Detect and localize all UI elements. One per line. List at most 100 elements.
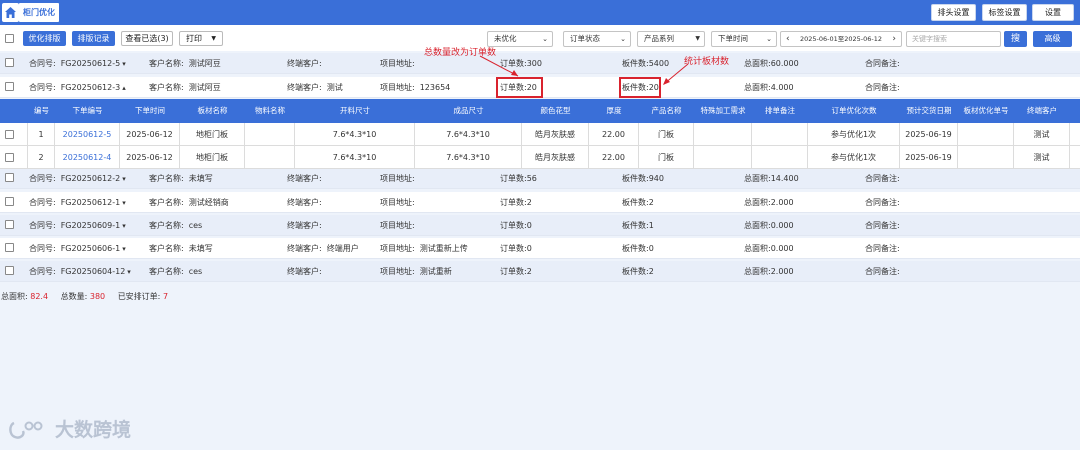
order-row[interactable]: 合同号: FG20250606-1 ▾ 客户名称: 未填写 终端客户: 终端用户 项目地址: 测… — [0, 238, 1080, 259]
header-delivery-date: 预计交货日期 — [906, 106, 952, 115]
home-icon[interactable] — [2, 3, 19, 22]
contract-field-value: FG20250612-2 — [60, 174, 121, 183]
total-area-field-label: 总面积: — [744, 174, 771, 183]
chevron-left-icon[interactable]: ‹ — [786, 32, 790, 46]
project-address-field-label: 项目地址: — [380, 83, 415, 92]
orders-count-field-value: 0 — [526, 244, 532, 253]
project-address-field-label: 项目地址: — [380, 244, 415, 253]
settings-button[interactable]: 设置 — [1032, 4, 1074, 21]
contract-field-label: 合同号: — [29, 174, 56, 183]
chevron-down-icon[interactable]: ▾ — [122, 245, 126, 253]
order-status-select[interactable]: 订单状态 ⌄ — [563, 31, 631, 47]
terminal-customer-field: 终端客户: 测试 — [287, 77, 343, 98]
product-series-value: 产品系列 — [644, 34, 674, 43]
order-row-checkbox[interactable] — [5, 243, 14, 252]
chevron-down-icon: ⌄ — [542, 35, 548, 43]
boards-count-field: 板件数:1 — [622, 215, 654, 236]
boards-count-field: 板件数:2 — [622, 192, 654, 213]
order-time-select[interactable]: 下单时间 ⌄ — [711, 31, 777, 47]
project-address-field-label: 项目地址: — [380, 221, 415, 230]
project-address-field: 项目地址: — [380, 168, 420, 189]
cell-thickness: 22.00 — [589, 123, 639, 146]
order-row-checkbox[interactable] — [5, 82, 14, 91]
project-address-field-value: 123654 — [419, 83, 451, 92]
detail-row[interactable]: 1 20250612-5 2025-06-12 地柜门板 7.6*4.3*10 7.6*4… — [0, 123, 1080, 146]
total-qty-label: 总数量: — [60, 292, 88, 301]
boards-count-field-label: 板件数: — [622, 59, 649, 68]
boards-count-field-label: 板件数: — [622, 267, 649, 276]
chevron-down-icon[interactable]: ▾ — [127, 268, 131, 276]
header-number: 编号 — [34, 106, 49, 115]
total-area-value: 82.4 — [30, 292, 49, 301]
detail-row-checkbox[interactable] — [5, 153, 14, 162]
total-area-field-value: 14.400 — [770, 174, 799, 183]
optimize-layout-button[interactable]: 优化排版 — [23, 31, 66, 46]
chevron-down-icon[interactable]: ▾ — [122, 199, 126, 207]
cell-order-time: 2025-06-12 — [120, 146, 180, 169]
chevron-down-icon[interactable]: ▾ — [122, 222, 126, 230]
order-row[interactable]: 合同号: FG20250604-12 ▾ 客户名称: ces 终端客户: 项目地址: 测试重新… — [0, 261, 1080, 282]
cell-order-no[interactable]: 20250612-4 — [55, 146, 120, 169]
order-row-checkbox[interactable] — [5, 173, 14, 182]
chevron-down-icon[interactable]: ▾ — [122, 60, 126, 68]
tab-door-optimize[interactable]: 柜门优化 — [19, 3, 59, 22]
customer-field-label: 客户名称: — [149, 267, 184, 276]
project-address-field: 项目地址: 测试重新 — [380, 261, 452, 282]
cell-board-name: 地柜门板 — [180, 146, 245, 169]
project-address-field: 项目地址: — [380, 192, 420, 213]
keyword-search-input[interactable]: 关键字搜索 — [906, 31, 1001, 47]
watermark-logo-icon — [9, 421, 43, 439]
select-all-checkbox[interactable] — [5, 34, 14, 43]
customer-field-label: 客户名称: — [149, 221, 184, 230]
view-selected-button[interactable]: 查看已选(3) — [121, 31, 173, 46]
product-series-select[interactable]: 产品系列 ▼ — [637, 31, 705, 47]
customer-field: 客户名称: 测试阿豆 — [149, 77, 221, 98]
boards-count-field-label: 板件数: — [622, 174, 649, 183]
contract-field-value: FG20250612-3 — [60, 83, 121, 92]
orders-count-field-value: 0 — [526, 221, 532, 230]
print-button[interactable]: 打印 ▼ — [179, 31, 223, 46]
boards-count-field: 板件数:0 — [622, 238, 654, 259]
contract-field-label: 合同号: — [29, 59, 56, 68]
label-settings-button[interactable]: 标签设置 — [982, 4, 1027, 21]
date-range-picker[interactable]: ‹ 2025-06-01至2025-06-12 › — [780, 31, 902, 47]
scheduled-orders-label: 已安排订单: — [117, 292, 161, 301]
project-address-field: 项目地址: 123654 — [380, 77, 450, 98]
orders-count-field-value: 300 — [526, 59, 542, 68]
advanced-search-button[interactable]: 高级 — [1033, 31, 1072, 47]
contract-remark-field: 合同备注: — [865, 192, 905, 213]
detail-row-checkbox[interactable] — [5, 130, 14, 139]
order-row-checkbox[interactable] — [5, 58, 14, 67]
cell-schedule-remark — [752, 123, 808, 146]
header-material-name: 物料名称 — [255, 106, 285, 115]
terminal-customer-field-label: 终端客户: — [287, 244, 322, 253]
chevron-down-icon[interactable]: ▾ — [122, 175, 126, 183]
detail-row[interactable]: 2 20250612-4 2025-06-12 地柜门板 7.6*4.3*10 7.6*4… — [0, 146, 1080, 169]
optimize-filter-select[interactable]: 未优化 ⌄ — [487, 31, 553, 47]
chevron-up-icon[interactable]: ▴ — [122, 84, 126, 92]
contract-field: 合同号: FG20250612-1 ▾ — [29, 192, 126, 214]
contract-remark-field: 合同备注: — [865, 215, 905, 236]
contract-field-label: 合同号: — [29, 221, 56, 230]
contract-field: 合同号: FG20250612-3 ▴ — [29, 77, 126, 99]
order-row[interactable]: 合同号: FG20250609-1 ▾ 客户名称: ces 终端客户: 项目地址: 订单数:0… — [0, 215, 1080, 236]
search-button[interactable]: 搜 — [1004, 31, 1027, 47]
contract-field-label: 合同号: — [29, 267, 56, 276]
order-row-checkbox[interactable] — [5, 197, 14, 206]
customer-field-value: 未填写 — [188, 244, 213, 253]
cell-number: 2 — [28, 146, 55, 169]
orders-count-highlight — [496, 77, 543, 98]
header-settings-button[interactable]: 排头设置 — [931, 4, 976, 21]
order-row-checkbox[interactable] — [5, 266, 14, 275]
order-row-checkbox[interactable] — [5, 220, 14, 229]
cell-order-no[interactable]: 20250612-5 — [55, 123, 120, 146]
order-row[interactable]: 合同号: FG20250612-5 ▾ 客户名称: 测试阿豆 终端客户: 项目地址: 订单数:… — [0, 53, 1080, 74]
terminal-customer-field-label: 终端客户: — [287, 267, 322, 276]
order-row[interactable]: 合同号: FG20250612-1 ▾ 客户名称: 测试经销商 终端客户: 项目地址: 订单数… — [0, 192, 1080, 213]
chevron-right-icon[interactable]: › — [892, 32, 896, 46]
layout-record-button[interactable]: 排版记录 — [72, 31, 115, 46]
total-area-field: 总面积:0.000 — [744, 238, 794, 259]
order-row[interactable]: 合同号: FG20250612-2 ▾ 客户名称: 未填写 终端客户: 项目地址: 订单数:5… — [0, 168, 1080, 189]
header-special-process: 特殊加工需求 — [700, 106, 746, 115]
contract-remark-field: 合同备注: — [865, 261, 905, 282]
